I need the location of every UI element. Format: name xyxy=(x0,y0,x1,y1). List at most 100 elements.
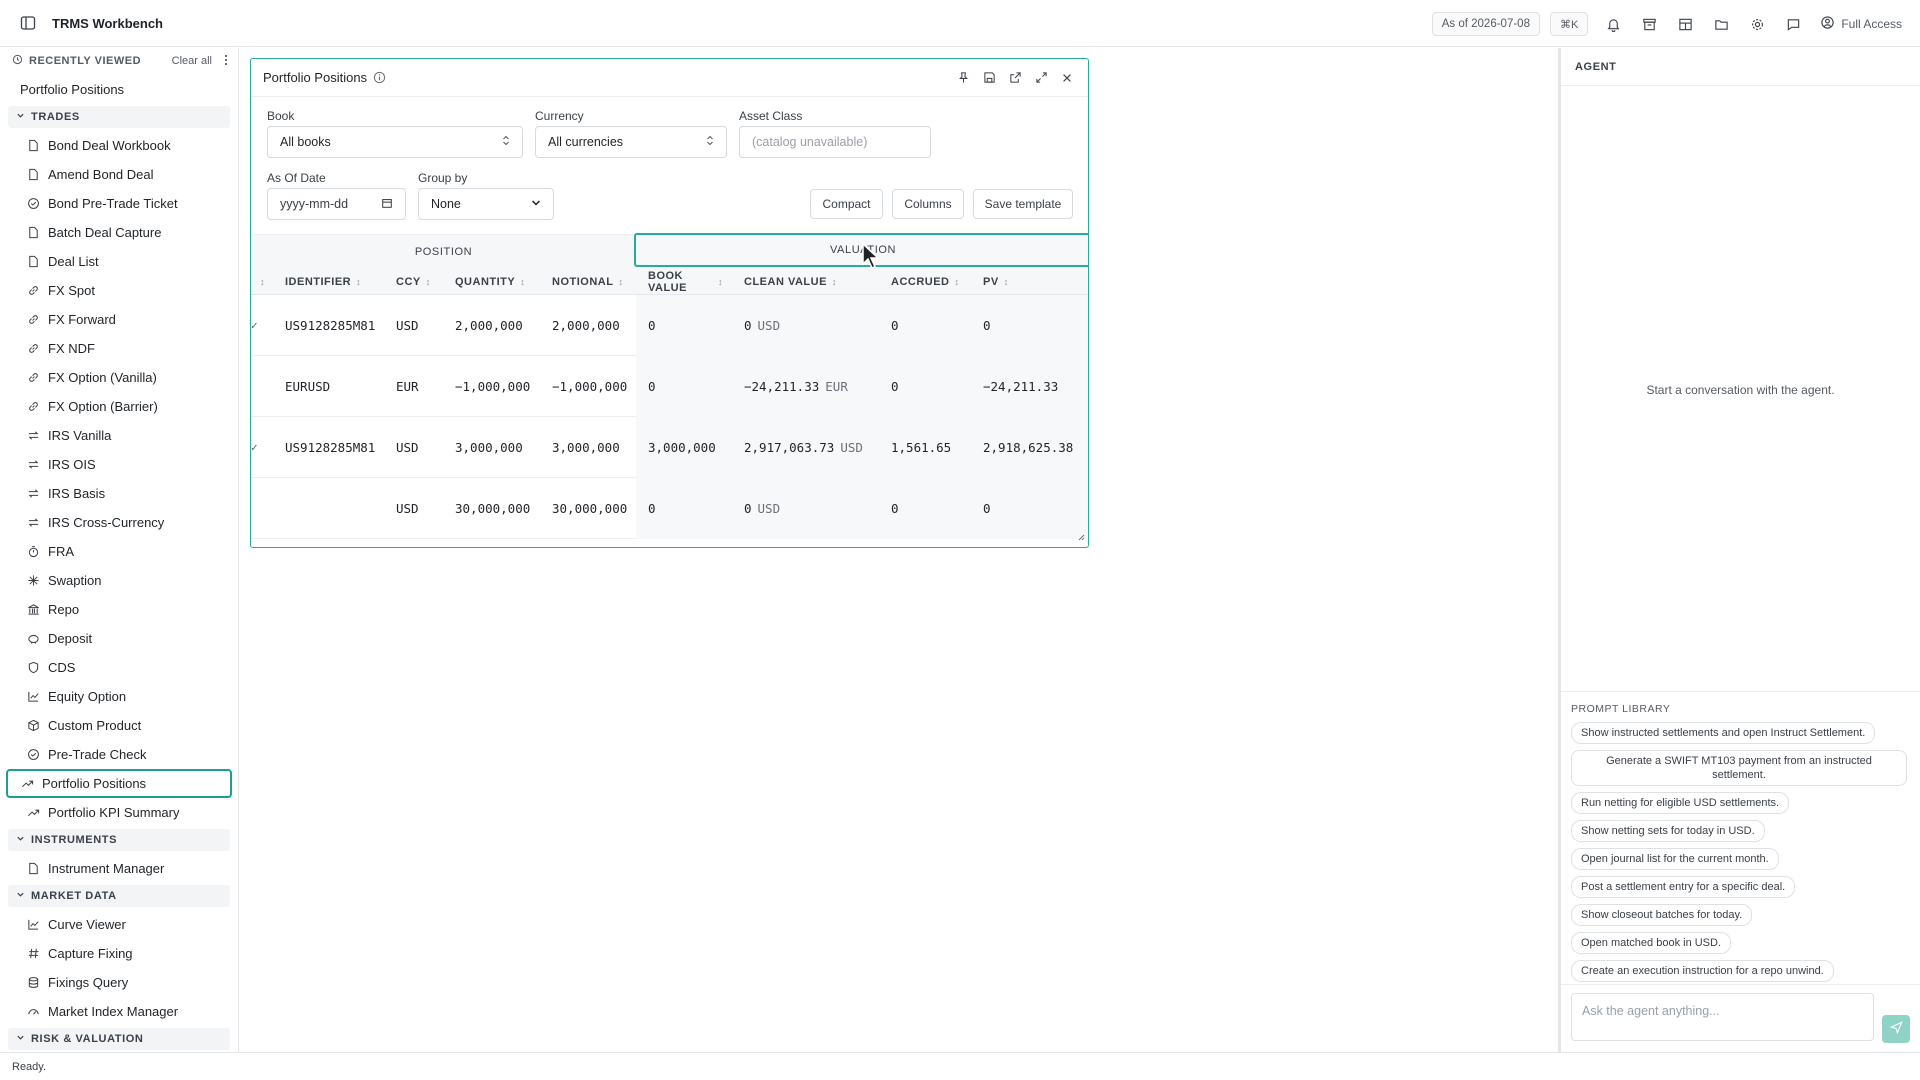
sidebar-item-label: IRS OIS xyxy=(48,457,96,472)
column-header-clean-value[interactable]: CLEAN VALUE ↕ xyxy=(744,268,837,295)
send-button[interactable] xyxy=(1882,1015,1910,1043)
cell-ccy: USD xyxy=(396,440,419,455)
column-header-quantity[interactable]: QUANTITY ↕ xyxy=(455,268,525,295)
sidebar-item-deal-list[interactable]: Deal List xyxy=(6,247,232,276)
columns-button[interactable]: Columns xyxy=(892,189,964,219)
as-of-date-badge[interactable]: As of 2026-07-08 xyxy=(1431,12,1540,36)
table-row[interactable]: EURUSD EUR −1,000,000 −1,000,000 0 −24,2… xyxy=(251,356,1088,417)
info-icon[interactable] xyxy=(373,71,386,84)
sidebar-item-label: IRS Vanilla xyxy=(48,428,112,443)
column-header-book-value[interactable]: BOOK VALUE xyxy=(648,268,720,295)
maximize-icon[interactable] xyxy=(1032,69,1050,87)
trending-up-icon xyxy=(26,806,40,820)
currency-select[interactable]: All currencies xyxy=(535,126,727,158)
close-icon[interactable] xyxy=(1058,69,1076,87)
as-of-date-input[interactable]: yyyy-mm-dd xyxy=(267,188,406,220)
prompt-chip[interactable]: Show instructed settlements and open Ins… xyxy=(1571,722,1876,744)
prompt-chip[interactable]: Post a settlement entry for a specific d… xyxy=(1571,876,1796,898)
gear-icon[interactable] xyxy=(1746,13,1768,35)
sidebar-item-fx-option-vanilla[interactable]: FX Option (Vanilla) xyxy=(6,363,232,392)
table-row[interactable]: ✓ US9128285M81 USD 2,000,000 2,000,000 0… xyxy=(251,295,1088,356)
asset-class-select[interactable]: (catalog unavailable) xyxy=(739,126,931,158)
column-header-row: ↕ IDENTIFIER ↕ CCY ↕ QUANTITY ↕ NOTIONAL ↕ B… xyxy=(251,268,1088,295)
sidebar-item-capture-fixing[interactable]: Capture Fixing xyxy=(6,939,232,968)
sidebar-item-equity-option[interactable]: Equity Option xyxy=(6,682,232,711)
section-instruments[interactable]: INSTRUMENTS xyxy=(8,829,230,851)
column-header-identifier[interactable]: IDENTIFIER ↕ xyxy=(285,268,361,295)
chat-icon[interactable] xyxy=(1782,13,1804,35)
sidebar-item-irs-vanilla[interactable]: IRS Vanilla xyxy=(6,421,232,450)
access-mode-button[interactable]: Full Access xyxy=(1820,15,1902,33)
group-by-select[interactable]: None xyxy=(418,188,554,220)
sidebar-item-irs-ois[interactable]: IRS OIS xyxy=(6,450,232,479)
chevron-down-icon xyxy=(16,834,25,846)
column-header-notional[interactable]: NOTIONAL ↕ xyxy=(552,268,623,295)
sidebar-item-bond-deal-workbook[interactable]: Bond Deal Workbook xyxy=(6,131,232,160)
external-link-icon[interactable] xyxy=(1006,69,1024,87)
sidebar-item-fx-ndf[interactable]: FX NDF xyxy=(6,334,232,363)
row-check-icon[interactable]: ✓ xyxy=(251,417,258,478)
column-header-pv[interactable]: PV ↕ xyxy=(983,268,1009,295)
clear-all-link[interactable]: Clear all xyxy=(172,55,212,67)
prompt-chip[interactable]: Open matched book in USD. xyxy=(1571,932,1732,954)
sidebar-item-deposit[interactable]: Deposit xyxy=(6,624,232,653)
sidebar-item-curve-viewer[interactable]: Curve Viewer xyxy=(6,910,232,939)
sidebar-item-fx-option-barrier[interactable]: FX Option (Barrier) xyxy=(6,392,232,421)
command-palette-button[interactable]: ⌘K xyxy=(1549,12,1589,36)
recent-item[interactable]: Portfolio Positions xyxy=(0,74,238,104)
sidebar-item-amend-bond-deal[interactable]: Amend Bond Deal xyxy=(6,160,232,189)
prompt-chip[interactable]: Run netting for eligible USD settlements… xyxy=(1571,792,1790,814)
sidebar-item-irs-cross-currency[interactable]: IRS Cross-Currency xyxy=(6,508,232,537)
section-trades[interactable]: TRADES xyxy=(8,106,230,128)
table-row[interactable]: USD 30,000,000 30,000,000 0 0 USD 0 0 xyxy=(251,478,1088,539)
layout-icon[interactable] xyxy=(1674,13,1696,35)
resize-handle-icon[interactable] xyxy=(1078,529,1085,544)
save-icon[interactable] xyxy=(980,69,998,87)
more-vertical-icon[interactable] xyxy=(224,54,228,69)
section-risk-valuation[interactable]: RISK & VALUATION xyxy=(8,1028,230,1050)
column-group-position[interactable]: POSITION xyxy=(251,235,636,269)
sidebar-toggle-icon[interactable] xyxy=(18,13,38,33)
sidebar-item-pre-trade-check[interactable]: Pre-Trade Check xyxy=(6,740,232,769)
compact-button[interactable]: Compact xyxy=(810,189,883,219)
sidebar-item-fx-spot[interactable]: FX Spot xyxy=(6,276,232,305)
sidebar-item-irs-basis[interactable]: IRS Basis xyxy=(6,479,232,508)
prompt-chip[interactable]: Generate a SWIFT MT103 payment from an i… xyxy=(1571,750,1907,786)
widget-header[interactable]: Portfolio Positions xyxy=(251,59,1088,97)
sidebar-item-market-index-manager[interactable]: Market Index Manager xyxy=(6,997,232,1026)
column-header-accrued[interactable]: ACCRUED ↕ xyxy=(891,268,960,295)
pin-icon[interactable] xyxy=(954,69,972,87)
sidebar-item-repo[interactable]: Repo xyxy=(6,595,232,624)
folder-icon[interactable] xyxy=(1710,13,1732,35)
bell-icon[interactable] xyxy=(1602,13,1624,35)
sidebar-item-fra[interactable]: FRA xyxy=(6,537,232,566)
sidebar-item-label: Repo xyxy=(48,602,80,617)
sidebar-item-batch-deal-capture[interactable]: Batch Deal Capture xyxy=(6,218,232,247)
column-header-ccy[interactable]: CCY ↕ xyxy=(396,268,431,295)
sidebar-item-instrument-manager[interactable]: Instrument Manager xyxy=(6,854,232,883)
cell-ccy: USD xyxy=(396,318,419,333)
section-market-data[interactable]: MARKET DATA xyxy=(8,885,230,907)
row-check-icon[interactable]: ✓ xyxy=(251,295,258,356)
table-row[interactable]: ✓ US9128285M81 USD 3,000,000 3,000,000 3… xyxy=(251,417,1088,478)
column-resize-handle[interactable]: ↕ xyxy=(255,268,265,295)
column-sort-book-value[interactable]: ↕ xyxy=(713,268,723,295)
sort-icon: ↕ xyxy=(520,276,526,287)
sidebar-item-bond-pre-trade-ticket[interactable]: Bond Pre-Trade Ticket xyxy=(6,189,232,218)
prompt-chip[interactable]: Show closeout batches for today. xyxy=(1571,904,1753,926)
sidebar-item-portfolio-positions[interactable]: Portfolio Positions xyxy=(6,769,232,798)
sidebar-item-fixings-query[interactable]: Fixings Query xyxy=(6,968,232,997)
book-select[interactable]: All books xyxy=(267,126,523,158)
sidebar-item-portfolio-kpi-summary[interactable]: Portfolio KPI Summary xyxy=(6,798,232,827)
prompt-chip[interactable]: Show netting sets for today in USD. xyxy=(1571,820,1765,842)
sidebar-item-custom-product[interactable]: Custom Product xyxy=(6,711,232,740)
archive-icon[interactable] xyxy=(1638,13,1660,35)
save-template-button[interactable]: Save template xyxy=(973,189,1073,219)
sidebar-item-fx-forward[interactable]: FX Forward xyxy=(6,305,232,334)
prompt-chip[interactable]: Open journal list for the current month. xyxy=(1571,848,1779,870)
agent-input[interactable]: Ask the agent anything... xyxy=(1571,993,1874,1041)
sidebar-item-cds[interactable]: CDS xyxy=(6,653,232,682)
calendar-icon[interactable] xyxy=(381,197,393,212)
sidebar-item-swaption[interactable]: Swaption xyxy=(6,566,232,595)
prompt-chip[interactable]: Create an execution instruction for a re… xyxy=(1571,960,1834,982)
